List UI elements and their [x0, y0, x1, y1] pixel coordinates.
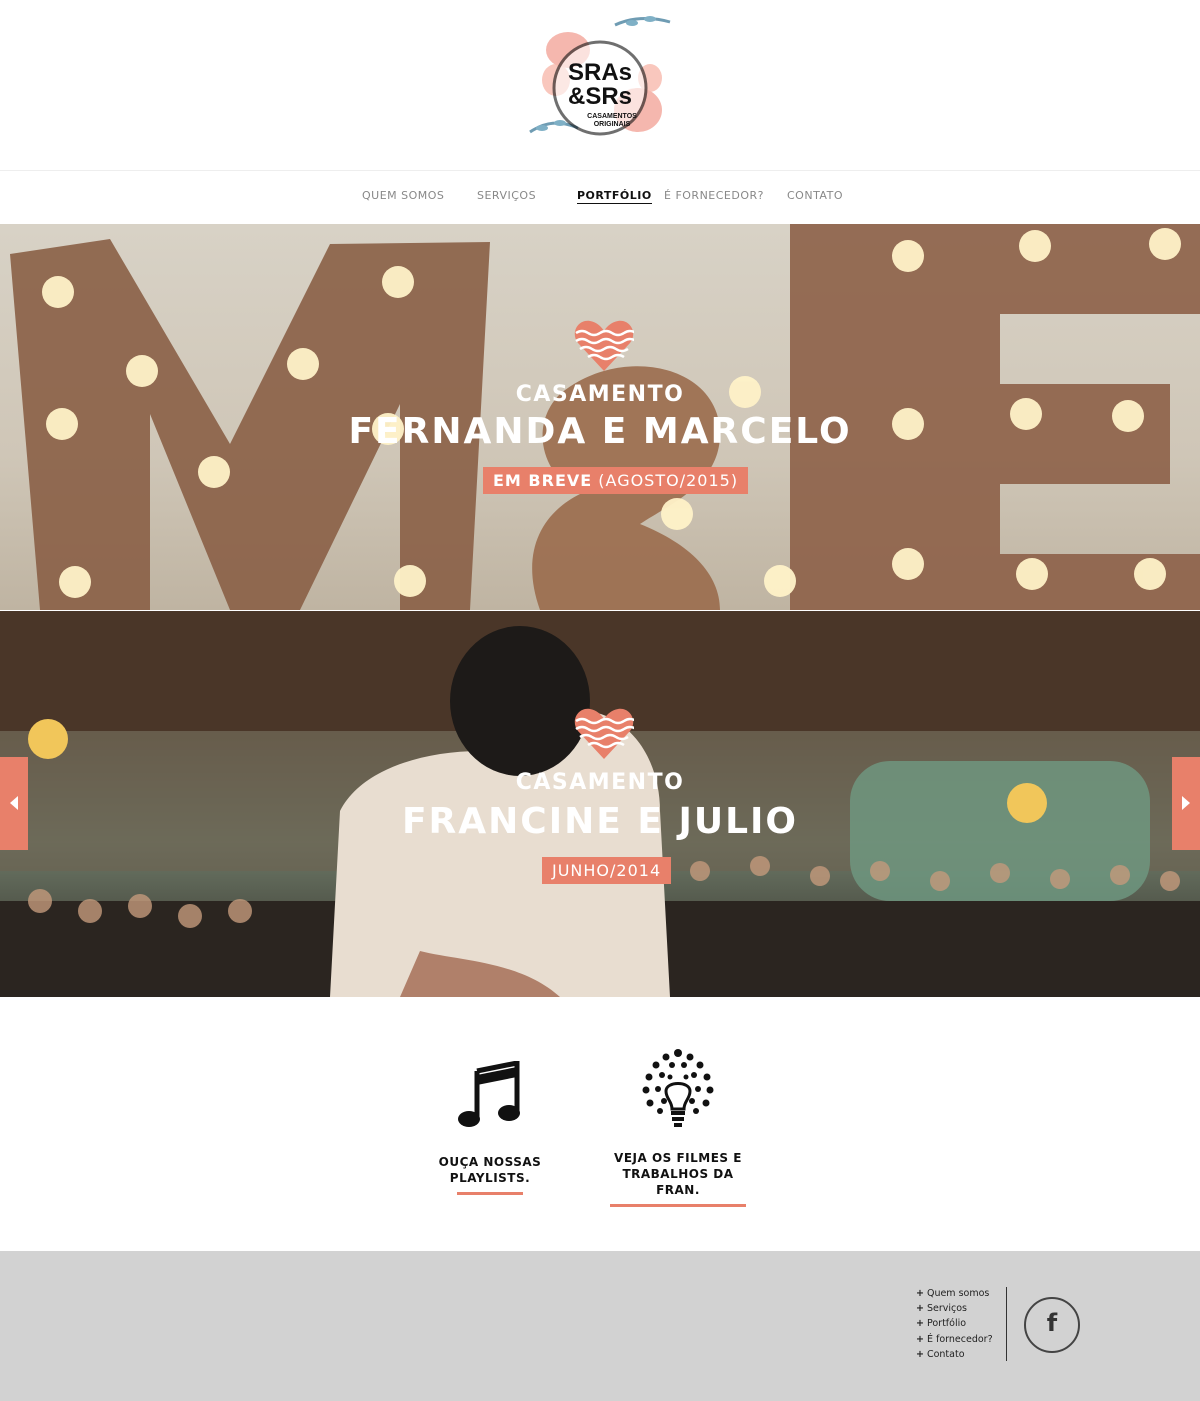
nav-contato[interactable]: CONTATO [787, 189, 843, 202]
banner-date-tag: JUNHO/2014 [542, 857, 672, 884]
site-footer: + Quem somos + Serviços + Portfólio + É forn… [0, 1251, 1200, 1401]
portfolio-banner-francine-julio[interactable]: CASAMENTO FRANCINE E JULIO JUNHO/2014 [0, 611, 1200, 997]
nav-portfolio[interactable]: PORTFÓLIO [577, 189, 652, 204]
feature-films[interactable]: VEJA OS FILMES E TRABALHOS DA FRAN. [602, 1045, 754, 1207]
nav-fornecedor[interactable]: É FORNECEDOR? [664, 189, 764, 202]
arrow-left-icon [10, 796, 18, 810]
logo-line1: SRAs [568, 59, 632, 86]
feature-underline [610, 1204, 746, 1207]
logo-line2: &SRs [568, 83, 632, 110]
facebook-button[interactable]: f [1024, 1297, 1080, 1353]
site-header: SRAs &SRs CASAMENTOS ORIGINAIS [0, 0, 1200, 170]
features-section: OUÇA NOSSAS PLAYLISTS. VEJA OS FILMES E … [0, 997, 1200, 1251]
feature-caption-line2: TRABALHOS DA FRAN. [622, 1167, 734, 1197]
feature-caption-line1: OUÇA NOSSAS [438, 1155, 542, 1169]
footer-link-fornecedor[interactable]: + É fornecedor? [916, 1332, 993, 1347]
logo-tagline2: ORIGINAIS [594, 121, 631, 128]
feature-caption-line2: PLAYLISTS. [449, 1171, 531, 1185]
carousel-prev-button[interactable] [0, 757, 28, 850]
feature-playlists[interactable]: OUÇA NOSSAS PLAYLISTS. [430, 1045, 550, 1195]
tag-date: JUNHO/2014 [552, 861, 662, 880]
facebook-icon: f [1046, 1309, 1058, 1337]
carousel-next-button[interactable] [1172, 757, 1200, 850]
heart-icon [574, 320, 634, 371]
banner-date-tag: EM BREVE (AGOSTO/2015) [483, 467, 749, 494]
banner-kicker: CASAMENTO [515, 770, 685, 795]
footer-nav: + Quem somos + Serviços + Portfólio + É forn… [916, 1286, 993, 1362]
main-nav: QUEM SOMOS SERVIÇOS PORTFÓLIO É FORNECED… [0, 170, 1200, 224]
music-note-icon [458, 1059, 520, 1127]
footer-link-servicos[interactable]: + Serviços [916, 1301, 993, 1316]
nav-quem-somos[interactable]: QUEM SOMOS [362, 189, 444, 202]
banner-couple-names: FRANCINE E JULIO [401, 801, 799, 842]
feature-caption-line1: VEJA OS FILMES E [614, 1151, 742, 1165]
tag-status: EM BREVE [493, 471, 593, 490]
logo-tagline1: CASAMENTOS [587, 113, 637, 120]
heart-icon [574, 708, 634, 759]
site-logo[interactable]: SRAs &SRs CASAMENTOS ORIGINAIS [520, 10, 680, 155]
feature-underline [457, 1192, 523, 1195]
footer-link-portfolio[interactable]: + Portfólio [916, 1316, 993, 1331]
banner-kicker: CASAMENTO [515, 382, 685, 407]
footer-divider [1006, 1287, 1007, 1361]
lightbulb-icon [642, 1049, 714, 1127]
banner-couple-names: FERNANDA E MARCELO [348, 411, 852, 452]
tag-date: (AGOSTO/2015) [598, 471, 739, 490]
portfolio-banner-fernanda-marcelo[interactable]: CASAMENTO FERNANDA E MARCELO EM BREVE (A… [0, 224, 1200, 610]
footer-link-contato[interactable]: + Contato [916, 1347, 993, 1362]
nav-servicos[interactable]: SERVIÇOS [477, 189, 536, 202]
footer-link-quem-somos[interactable]: + Quem somos [916, 1286, 993, 1301]
arrow-right-icon [1182, 796, 1190, 810]
